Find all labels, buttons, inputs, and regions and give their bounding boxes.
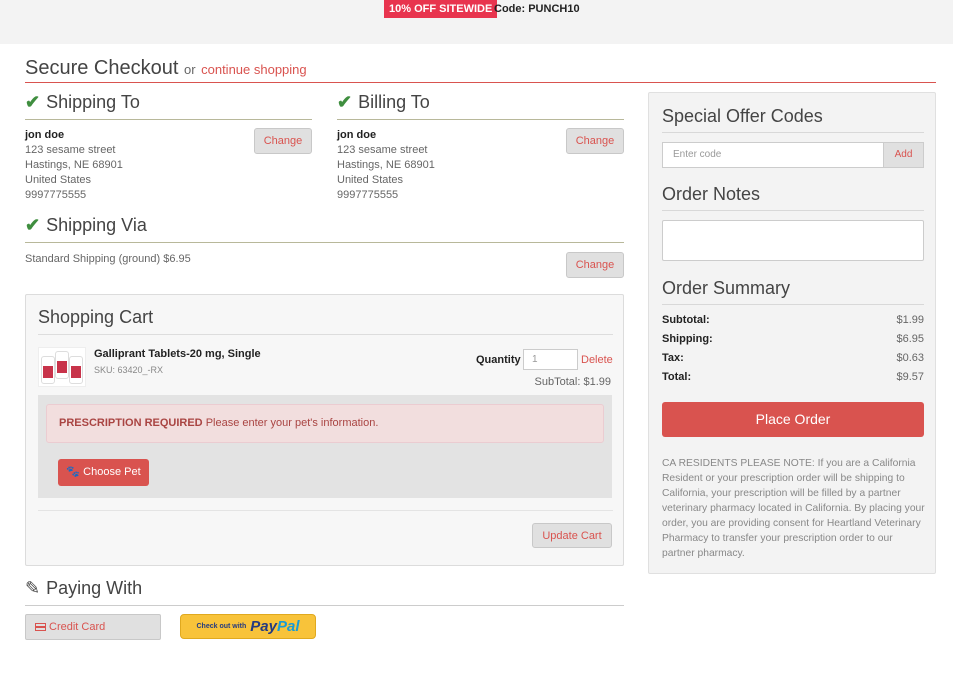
credit-card-button[interactable]: Credit Card [25, 614, 161, 640]
billing-phone: 9997775555 [337, 189, 399, 201]
promo-code: Code: PUNCH10 [494, 3, 580, 15]
billing-to-title: Billing To [358, 92, 430, 112]
paying-with-heading: ✎ Paying With [25, 578, 142, 599]
order-summary-heading: Order Summary [662, 278, 791, 298]
add-code-button[interactable]: Add [883, 142, 924, 168]
shipping-city: Hastings, NE 68901 [25, 159, 123, 171]
prescription-area: PRESCRIPTION REQUIRED Please enter your … [38, 395, 612, 498]
product-sku: SKU: 63420_-RX [94, 365, 164, 375]
billing-city: Hastings, NE 68901 [337, 159, 435, 171]
pencil-icon: ✎ [25, 578, 41, 598]
shipping-phone: 9997775555 [25, 189, 87, 201]
order-sidebar: Special Offer Codes Enter code Add Order… [648, 92, 936, 574]
summary-value: $0.63 [896, 352, 924, 364]
billing-address: jon doe 123 sesame street Hastings, NE 6… [337, 128, 435, 203]
paypal-checkout-text: Check out with [196, 623, 247, 630]
shipping-country: United States [25, 174, 92, 186]
shipping-street: 123 sesame street [25, 144, 116, 156]
offer-divider [662, 132, 924, 133]
order-notes-heading: Order Notes [662, 184, 761, 204]
quantity-input[interactable]: 1 [523, 349, 578, 370]
cart-footer-divider [38, 510, 613, 511]
summary-row-tax: Tax: $0.63 [662, 352, 924, 364]
change-billing-button[interactable]: Change [566, 128, 624, 154]
checkmark-icon: ✔ [25, 92, 41, 112]
page-title: Secure Checkout or continue shopping [25, 57, 307, 80]
summary-value: $6.95 [896, 333, 924, 345]
summary-label: Total: [662, 371, 692, 383]
change-shipping-method-button[interactable]: Change [566, 252, 624, 278]
title-divider [25, 82, 936, 83]
promo-badge: 10% OFF SITEWIDE [384, 0, 498, 18]
prescription-required-label: PRESCRIPTION REQUIRED [59, 417, 203, 429]
billing-to-divider [337, 119, 624, 120]
shipping-to-divider [25, 119, 312, 120]
shipping-address: jon doe 123 sesame street Hastings, NE 6… [25, 128, 123, 203]
shipping-name: jon doe [25, 129, 65, 141]
summary-value: $1.99 [896, 314, 924, 326]
product-name[interactable]: Galliprant Tablets-20 mg, Single [94, 348, 261, 360]
delete-item-link[interactable]: Delete [581, 354, 613, 366]
change-shipping-button[interactable]: Change [254, 128, 312, 154]
billing-street: 123 sesame street [337, 144, 428, 156]
paying-with-divider [25, 605, 624, 606]
summary-row-shipping: Shipping: $6.95 [662, 333, 924, 345]
place-order-button[interactable]: Place Order [662, 402, 924, 437]
shipping-via-title: Shipping Via [46, 215, 147, 235]
shopping-cart: Shopping Cart Galliprant Tablets-20 mg, … [25, 294, 624, 566]
cart-title: Shopping Cart [38, 307, 154, 327]
shipping-to-heading: ✔ Shipping To [25, 92, 140, 113]
paypal-logo: PayPal [250, 618, 299, 635]
paypal-pal-text: Pal [276, 618, 300, 635]
ca-residents-note: CA RESIDENTS PLEASE NOTE: If you are a C… [662, 458, 925, 559]
page-title-text: Secure Checkout [25, 57, 179, 79]
summary-divider [662, 304, 924, 305]
special-offer-heading: Special Offer Codes [662, 106, 823, 126]
offer-code-input[interactable]: Enter code [662, 142, 884, 168]
notes-divider [662, 210, 924, 211]
summary-label: Tax: [662, 352, 684, 364]
summary-row-subtotal: Subtotal: $1.99 [662, 314, 924, 326]
shipping-to-title: Shipping To [46, 92, 140, 112]
paw-icon: 🐾 [66, 466, 81, 478]
update-cart-button[interactable]: Update Cart [532, 523, 612, 548]
item-subtotal: SubTotal: $1.99 [534, 376, 611, 388]
summary-label: Subtotal: [662, 314, 710, 326]
summary-row-total: Total: $9.57 [662, 371, 924, 383]
checkmark-icon: ✔ [25, 215, 41, 235]
shipping-via-heading: ✔ Shipping Via [25, 215, 147, 236]
summary-value: $9.57 [896, 371, 924, 383]
promo-bar: 10% OFF SITEWIDE Code: PUNCH10 [0, 0, 953, 44]
product-image [38, 347, 86, 387]
choose-pet-label: Choose Pet [83, 466, 141, 478]
choose-pet-button[interactable]: 🐾 Choose Pet [58, 459, 149, 486]
credit-card-label: Credit Card [49, 621, 106, 633]
paypal-pay-text: Pay [250, 618, 277, 635]
or-text: or [183, 62, 196, 77]
credit-card-icon [35, 623, 46, 631]
paying-with-title: Paying With [46, 578, 143, 598]
paypal-checkout-button[interactable]: Check out with PayPal [180, 614, 316, 639]
billing-name: jon doe [337, 129, 377, 141]
shipping-method: Standard Shipping (ground) $6.95 [25, 253, 191, 265]
cart-divider [38, 334, 613, 335]
prescription-message: Please enter your pet's information. [205, 417, 379, 429]
billing-to-heading: ✔ Billing To [337, 92, 430, 113]
summary-label: Shipping: [662, 333, 713, 345]
billing-country: United States [337, 174, 404, 186]
order-notes-textarea[interactable] [662, 220, 924, 261]
checkmark-icon: ✔ [337, 92, 353, 112]
quantity-label: Quantity [476, 354, 521, 366]
continue-shopping-link[interactable]: continue shopping [201, 62, 307, 77]
prescription-alert: PRESCRIPTION REQUIRED Please enter your … [46, 404, 604, 443]
shipping-via-divider [25, 242, 624, 243]
